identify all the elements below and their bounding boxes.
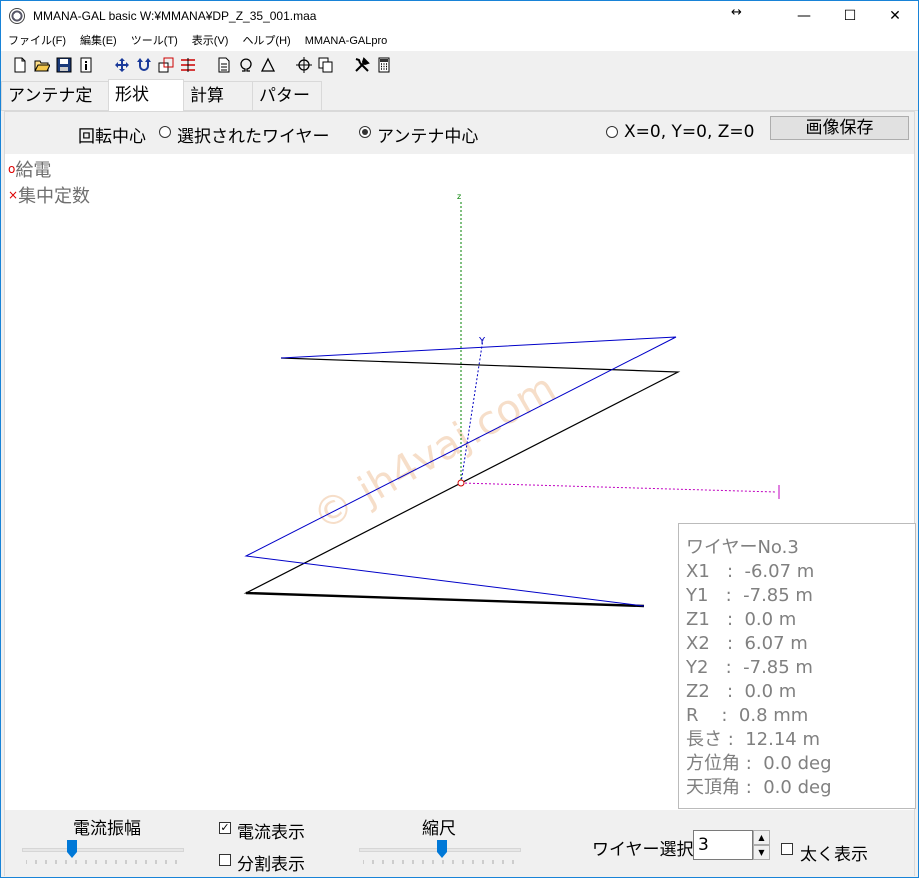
tab-bar: アンテナ定義 形状 計算 パターン (1, 79, 918, 135)
feed-marker-icon: o (8, 162, 16, 176)
bold-display-checkbox[interactable] (781, 843, 793, 855)
legend-feed-label: 給電 (15, 160, 52, 181)
split-display-label[interactable]: 分割表示 (237, 850, 305, 875)
save-image-button[interactable]: 画像保存 (770, 116, 909, 140)
wire-info-length: 長さ : 12.14 m (686, 729, 821, 750)
new-file-icon[interactable] (9, 54, 31, 76)
show-current-checkbox[interactable]: ✓ (219, 822, 231, 834)
info-icon[interactable] (75, 54, 97, 76)
ohm-icon[interactable] (235, 54, 257, 76)
app-window: MMANA-GAL basic W:¥MMANA¥DP_Z_35_001.maa… (0, 0, 919, 878)
menu-file[interactable]: ファイル(F) (1, 31, 73, 51)
tab-antenna-definition[interactable]: アンテナ定義 (1, 81, 109, 135)
spin-down-button[interactable]: ▼ (753, 845, 770, 860)
zoom-box-icon[interactable] (155, 54, 177, 76)
triangle-icon[interactable] (257, 54, 279, 76)
tab-shape[interactable]: 形状 (108, 79, 184, 111)
wire-info-z2: Z2 : 0.0 m (686, 681, 797, 702)
move-arrows-icon[interactable] (111, 54, 133, 76)
lumped-marker-icon: × (8, 188, 19, 202)
bottom-controls: 電流振幅 ✓ 電流表示 分割表示 縮尺 ワイヤー選択 3 ▲ ▼ 太く表示 (5, 810, 914, 876)
wire-list-icon[interactable] (177, 54, 199, 76)
calculator-icon[interactable] (373, 54, 395, 76)
watermark: © jh4vaj.com (305, 365, 564, 541)
radio-antenna-center[interactable] (359, 126, 371, 138)
menu-bar: ファイル(F) 編集(E) ツール(T) 表示(V) ヘルプ(H) MMANA-… (1, 31, 918, 51)
open-folder-icon[interactable] (31, 54, 53, 76)
legend-lumped-constant: ×集中定数 (8, 182, 90, 208)
close-button[interactable]: ✕ (872, 1, 918, 31)
current-amplitude-track[interactable] (22, 848, 184, 852)
menu-edit[interactable]: 編集(E) (73, 31, 124, 51)
selected-wire-3[interactable] (245, 591, 645, 608)
tab-calculation[interactable]: 計算 (183, 81, 253, 110)
wire-select-label: ワイヤー選択 (592, 840, 694, 860)
wire-info-panel: ワイヤーNo.3 X1 : -6.07 m Y1 : -7.85 m Z1 : … (678, 523, 916, 809)
feed-point-marker (457, 479, 465, 487)
scale-label: 縮尺 (422, 819, 456, 839)
split-display-checkbox[interactable] (219, 854, 231, 866)
menu-view[interactable]: 表示(V) (185, 31, 236, 51)
legend-lumped-label: 集中定数 (18, 186, 91, 207)
menu-tools[interactable]: ツール(T) (124, 31, 185, 51)
radio-selected-wire[interactable] (159, 126, 171, 138)
wire-info-radius: R : 0.8 mm (686, 705, 809, 726)
spin-up-button[interactable]: ▲ (753, 830, 770, 845)
z-axis-label: z (457, 192, 461, 201)
tools-icon[interactable] (351, 54, 373, 76)
current-amplitude-slider[interactable] (67, 840, 77, 858)
bold-display-label[interactable]: 太く表示 (800, 840, 868, 865)
crosshair-icon[interactable] (293, 54, 315, 76)
wire-select-input[interactable]: 3 (693, 830, 753, 860)
menu-mmana-gal-pro[interactable]: MMANA-GALpro (298, 31, 395, 51)
document-icon[interactable] (213, 54, 235, 76)
radio-origin-label[interactable]: X=0, Y=0, Z=0 (624, 122, 754, 142)
rotation-center-bar: 回転中心 選択されたワイヤー アンテナ中心 X=0, Y=0, Z=0 画像保存 (5, 112, 914, 154)
radio-antenna-center-label[interactable]: アンテナ中心 (377, 122, 478, 147)
radio-origin[interactable] (606, 126, 618, 138)
wire-info-y1: Y1 : -7.85 m (686, 585, 813, 606)
wire-info-zenith: 天頂角 : 0.0 deg (686, 777, 832, 798)
maximize-button[interactable]: ☐ (827, 1, 873, 31)
radio-selected-wire-label[interactable]: 選択されたワイヤー (177, 122, 330, 147)
wire-info-z1: Z1 : 0.0 m (686, 609, 797, 630)
tab-pattern[interactable]: パターン (252, 81, 322, 135)
wire-info-azimuth: 方位角 : 0.0 deg (686, 753, 832, 774)
toolbar (1, 51, 918, 79)
copy-icon[interactable] (315, 54, 337, 76)
rotation-center-label: 回転中心 (78, 127, 146, 147)
title-bar[interactable]: MMANA-GAL basic W:¥MMANA¥DP_Z_35_001.maa… (1, 1, 918, 31)
minimize-button[interactable]: — (781, 1, 827, 31)
wire-info-title: ワイヤーNo.3 (686, 537, 799, 558)
wire-info-x1: X1 : -6.07 m (686, 561, 815, 582)
save-disk-icon[interactable] (53, 54, 75, 76)
show-current-label[interactable]: 電流表示 (237, 818, 305, 843)
resize-arrows-icon: ↔ (731, 5, 742, 20)
shape-page: © jh4vaj.com z Y 回転中心 選択されたワイヤー アンテナ中心 X… (4, 111, 916, 876)
current-amplitude-ticks (26, 860, 177, 864)
current-amplitude-label: 電流振幅 (73, 819, 141, 839)
scale-slider[interactable] (437, 840, 447, 858)
menu-help[interactable]: ヘルプ(H) (235, 31, 297, 51)
wire-info-x2: X2 : 6.07 m (686, 633, 808, 654)
x-axis-line (460, 482, 777, 493)
window-title: MMANA-GAL basic W:¥MMANA¥DP_Z_35_001.maa (33, 9, 317, 23)
y-axis-label: Y (478, 336, 486, 347)
rotate-icon[interactable] (133, 54, 155, 76)
scale-ticks (363, 860, 514, 864)
app-logo-icon[interactable] (9, 8, 25, 24)
legend-feed: o給電 (8, 156, 51, 182)
wire-info-y2: Y2 : -7.85 m (686, 657, 813, 678)
